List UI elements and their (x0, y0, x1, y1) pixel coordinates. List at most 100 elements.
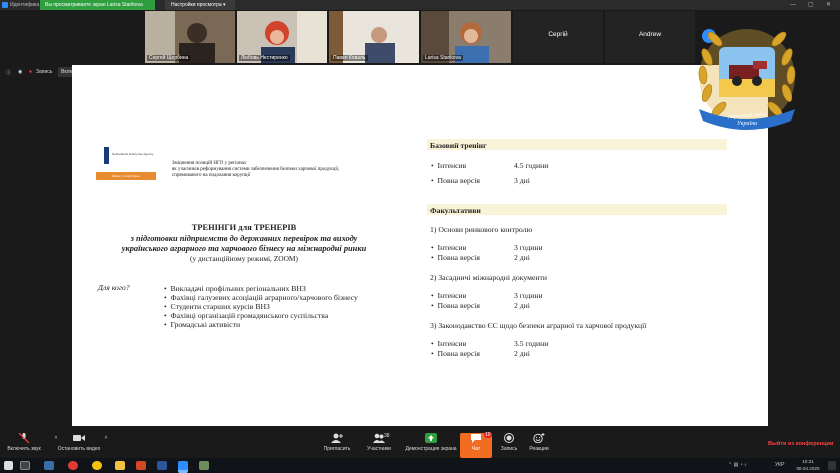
slide-subtitle: з підготовки підприємств до державних пе… (130, 234, 358, 243)
module-row-label: • Повна версія (431, 349, 480, 358)
audience-item: • Фахівці галузевих асоціацій аграрного/… (164, 293, 358, 302)
clock-time: 10:31 (802, 459, 814, 464)
meeting-toolbar: Включить звук ˄ Остановить видео ˄ Пригл… (0, 431, 840, 458)
unmute-label: Включить звук (7, 446, 41, 452)
module-row-value: 2 дні (514, 253, 530, 262)
info-icon[interactable]: ⓘ (6, 69, 11, 76)
chat-bubble-icon (471, 434, 481, 443)
viewing-screen-banner: Вы просматриваете экран Larisa Starikova (40, 0, 155, 10)
record-dot-icon: ● (29, 69, 33, 75)
module-row-label: • Інтенсив (431, 243, 467, 252)
module-row-label: • Повна версія (431, 253, 480, 262)
invite-label: Пригласить (323, 446, 351, 452)
clock[interactable]: 10:31 08.04.2020 (793, 458, 823, 472)
basic-row-value: 4.5 години (514, 161, 549, 170)
module-title: 1) Основи ринкового контролю (430, 225, 533, 234)
language-indicator[interactable]: УКР (775, 462, 784, 468)
audience-item: • Викладачі профільних регіональних ВНЗ (164, 284, 306, 293)
word-icon[interactable] (157, 461, 167, 470)
reactions-label: Реакции (529, 446, 549, 452)
windows-start-icon[interactable] (4, 461, 13, 470)
chevron-down-icon: ▾ (223, 2, 226, 8)
chat-label: Чат (471, 446, 481, 452)
participant-tile[interactable]: Павел Коваль (329, 11, 419, 63)
leave-meeting-button[interactable]: Выйти из конференции (768, 441, 833, 447)
participant-name: Сергей Щербина (147, 55, 191, 61)
participant-tile[interactable]: Larisa Starikova (421, 11, 511, 63)
shield-icon (2, 2, 8, 8)
minimize-icon[interactable]: — (790, 0, 796, 10)
chrome-icon[interactable] (92, 461, 102, 470)
basic-training-title: Базовий тренінг (430, 141, 487, 150)
stop-video-label: Остановить видео (57, 446, 101, 452)
participant-tile[interactable]: Сергій (513, 11, 603, 63)
participant-name: Larisa Starikova (423, 55, 463, 61)
coat-of-arms-icon (104, 147, 109, 164)
intro-line: як учасників реформування системи забезп… (172, 167, 340, 172)
add-person-icon (331, 433, 343, 443)
meeting-id-label: Идентифика (10, 2, 40, 8)
close-icon[interactable]: ✕ (826, 0, 831, 10)
video-options-chevron[interactable]: ˄ (100, 435, 112, 441)
share-screen-icon (425, 433, 437, 443)
powerpoint-icon[interactable] (136, 461, 146, 470)
record-button[interactable]: Запись (494, 433, 524, 452)
reactions-button[interactable]: Реакции (524, 433, 554, 452)
participant-tile[interactable]: Andrew (605, 11, 695, 63)
intro-line: спрямованого на подолання корупції (172, 173, 251, 178)
unmute-button[interactable]: Включить звук (4, 433, 44, 452)
chat-badge: 10 (484, 432, 492, 438)
basic-row-label: • Інтенсив (431, 161, 467, 170)
notifications-icon[interactable] (828, 461, 836, 470)
slide-format: (у дистанційному режимі, ZOOM) (190, 254, 298, 263)
participants-label: Участники (367, 446, 391, 452)
participants-button[interactable]: Участники (360, 433, 398, 452)
chevron-up-icon: ˄ (104, 435, 108, 441)
zoom-app-icon[interactable] (178, 461, 188, 470)
basic-row-value: 3 дні (514, 176, 530, 185)
app-icon[interactable] (199, 461, 209, 470)
participant-name: Сергій (548, 31, 568, 38)
smiley-plus-icon (533, 433, 545, 443)
maximize-icon[interactable]: ▢ (808, 0, 814, 10)
record-icon (504, 433, 514, 443)
organization-logo: Netherlands Enterprise Agency Ministry o… (94, 147, 156, 183)
module-title: 2) Засадничі міжнародні документи (430, 273, 547, 282)
module-row-value: 3 години (514, 291, 543, 300)
view-options-dropdown[interactable]: Настройки просмотра ▾ (165, 0, 235, 10)
shield-check-icon: ◉ (18, 69, 23, 75)
stop-video-button[interactable]: Остановить видео (55, 433, 103, 452)
agrarian-union-logo: Аграрний союз України (693, 17, 801, 139)
audience-item: • Студенти старших курсів ВНЗ (164, 302, 270, 311)
slide-title: ТРЕНІНГИ для ТРЕНЕРІВ (191, 223, 297, 232)
shared-screen-slide: Netherlands Enterprise Agency Ministry o… (72, 65, 768, 426)
logo-text: України (736, 121, 758, 127)
record-label: Запись (500, 446, 518, 452)
for-whom-label: Для кого? (98, 283, 130, 292)
audience-item: • Громадські активісти (164, 320, 241, 329)
share-screen-button[interactable]: Демонстрация экрана (404, 433, 458, 452)
task-view-icon[interactable] (44, 461, 54, 470)
opera-icon[interactable] (68, 461, 78, 470)
module-row-value: 3.5 години (514, 339, 549, 348)
invite-button[interactable]: Пригласить (318, 433, 356, 452)
slide-subtitle: українського аграрного та харчового бізн… (121, 244, 367, 253)
system-tray-icons[interactable]: ⌃ ▤ ◔ ♪ (728, 462, 747, 468)
participant-name: Павел Коваль (331, 55, 368, 61)
module-row-label: • Інтенсив (431, 339, 467, 348)
participant-name: Andrew (638, 31, 662, 38)
org-name: Netherlands Enterprise Agency (112, 152, 154, 156)
basic-row-label: • Повна версія (431, 176, 480, 185)
module-row-value: 2 дні (514, 349, 530, 358)
module-row-label: • Інтенсив (431, 291, 467, 300)
participant-tile[interactable]: Любовь Нестиренко (237, 11, 327, 63)
participant-tile[interactable]: Сергей Щербина (145, 11, 235, 63)
module-row-value: 3 години (514, 243, 543, 252)
file-explorer-icon[interactable] (115, 461, 125, 470)
participant-name: Любовь Нестиренко (239, 55, 290, 61)
org-sub-banner: Ministry of Agriculture (96, 172, 156, 180)
search-icon[interactable] (20, 461, 30, 470)
module-title: 3) Законодавство ЄС щодо безпеки аграрно… (430, 321, 647, 330)
windows-taskbar: ⌃ ▤ ◔ ♪ УКР 10:31 08.04.2020 (0, 458, 840, 473)
video-camera-icon (73, 435, 85, 441)
